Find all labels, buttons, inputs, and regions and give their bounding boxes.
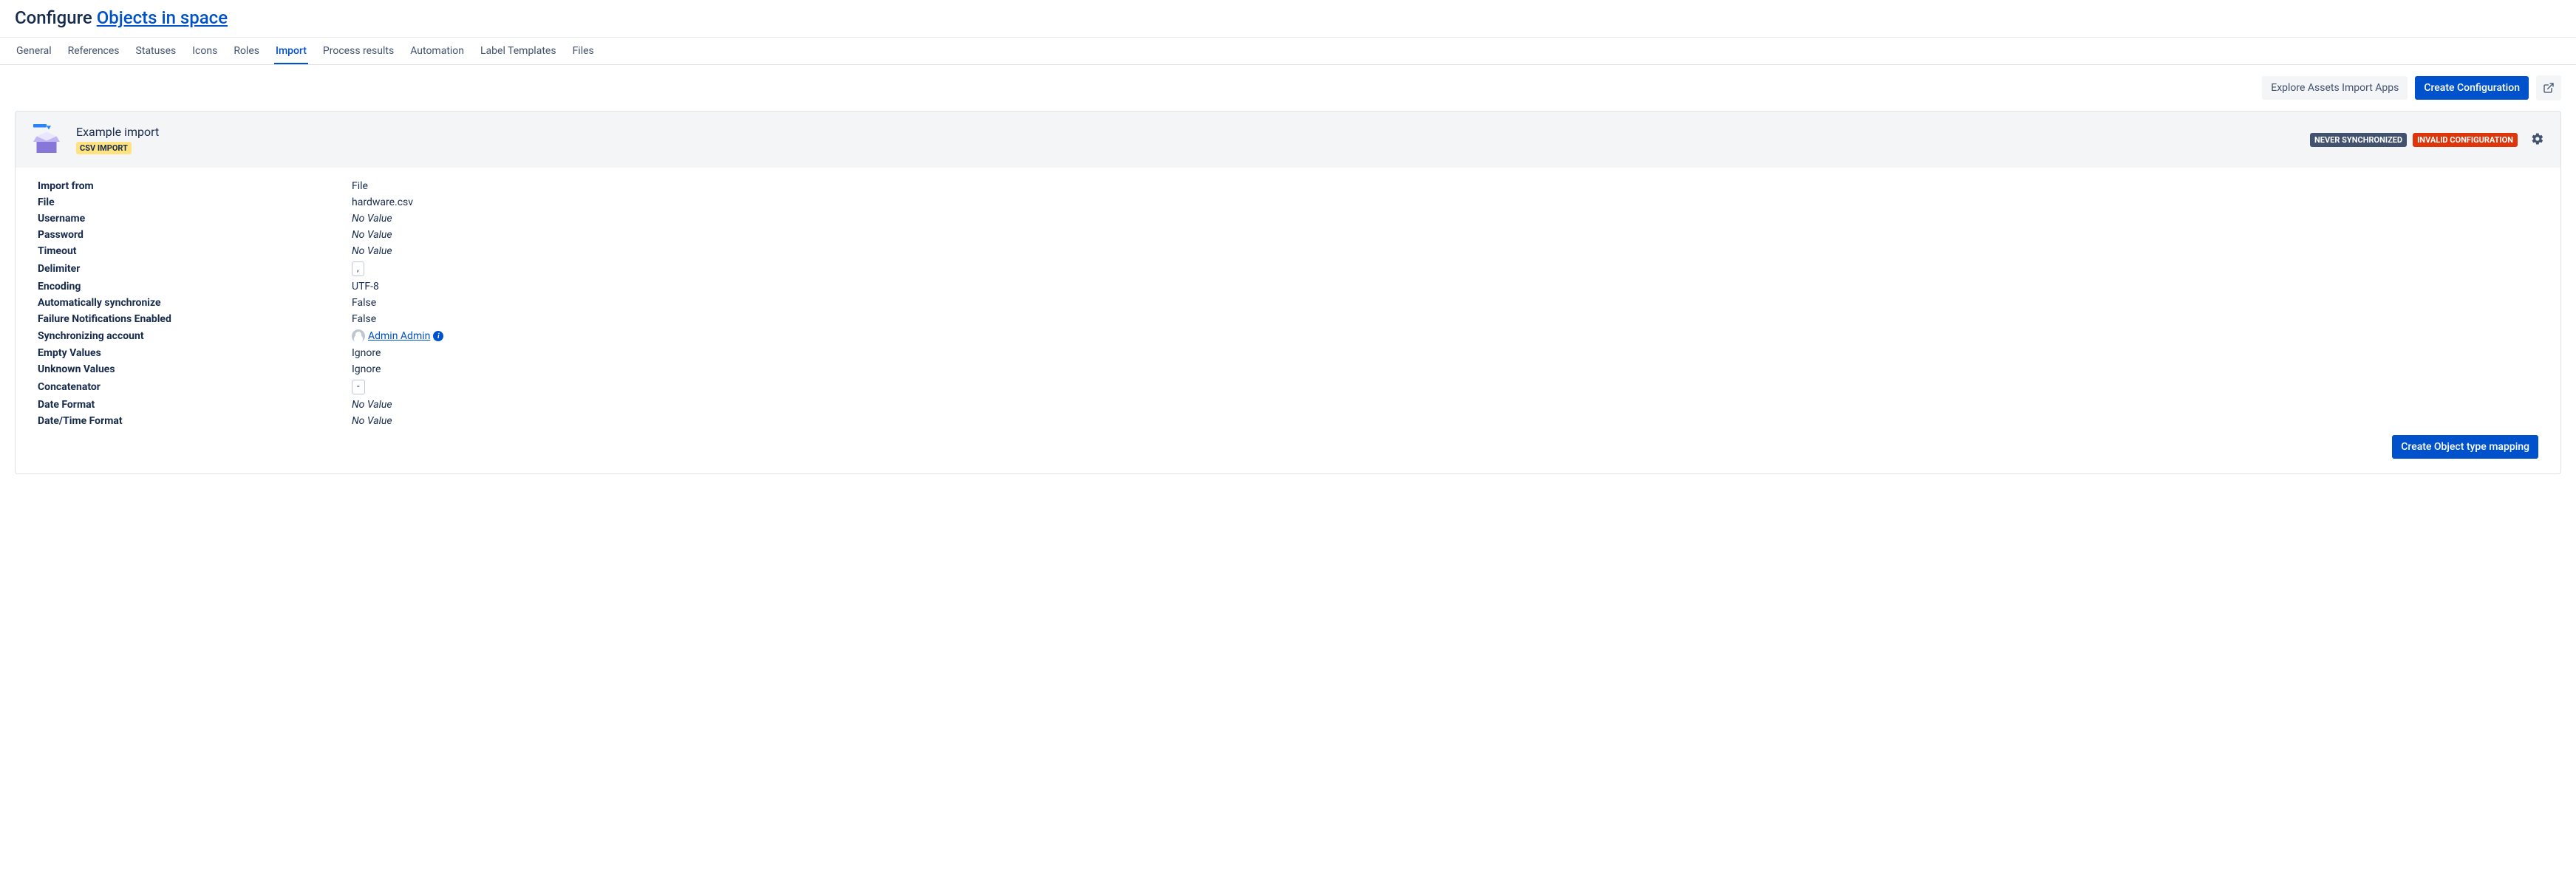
details-value: File xyxy=(352,178,703,194)
page-title: Configure Objects in space xyxy=(0,0,2576,37)
details-row: Concatenator- xyxy=(38,377,703,397)
tab-statuses[interactable]: Statuses xyxy=(134,38,178,64)
details-row: Automatically synchronizeFalse xyxy=(38,295,703,311)
tab-references[interactable]: References xyxy=(67,38,121,64)
import-details-table: Import fromFileFilehardware.csvUsernameN… xyxy=(38,178,703,429)
details-row: TimeoutNo Value xyxy=(38,243,703,259)
details-row: Import fromFile xyxy=(38,178,703,194)
details-label: Import from xyxy=(38,178,352,194)
details-row: Filehardware.csv xyxy=(38,194,703,211)
details-value: No Value xyxy=(352,227,703,243)
tab-process-results[interactable]: Process results xyxy=(321,38,395,64)
details-value: No Value xyxy=(352,211,703,227)
details-row: EncodingUTF-8 xyxy=(38,278,703,295)
details-label: Concatenator xyxy=(38,377,352,397)
details-value: hardware.csv xyxy=(352,194,703,211)
details-value: No Value xyxy=(352,243,703,259)
details-row: Empty ValuesIgnore xyxy=(38,345,703,361)
details-value: , xyxy=(352,259,703,278)
page-title-link[interactable]: Objects in space xyxy=(97,7,228,28)
details-value: Admin Admini xyxy=(352,327,703,345)
import-settings-button[interactable] xyxy=(2528,129,2547,151)
tabs-bar: General References Statuses Icons Roles Impor… xyxy=(0,37,2576,65)
explore-import-apps-button[interactable]: Explore Assets Import Apps xyxy=(2262,76,2408,100)
create-configuration-button[interactable]: Create Configuration xyxy=(2415,76,2529,100)
import-title: Example import xyxy=(76,125,2310,139)
details-value: - xyxy=(352,377,703,397)
import-panel-body: Import fromFileFilehardware.csvUsernameN… xyxy=(16,168,2560,473)
details-value: No Value xyxy=(352,397,703,413)
details-label: Empty Values xyxy=(38,345,352,361)
details-label: Failure Notifications Enabled xyxy=(38,311,352,327)
tab-icons[interactable]: Icons xyxy=(191,38,219,64)
details-row: Synchronizing accountAdmin Admini xyxy=(38,327,703,345)
details-value: No Value xyxy=(352,413,703,429)
details-value: Ignore xyxy=(352,345,703,361)
details-label: Unknown Values xyxy=(38,361,352,377)
kbd-value: - xyxy=(352,380,365,394)
external-link-button[interactable] xyxy=(2536,75,2561,100)
info-icon[interactable]: i xyxy=(433,331,443,341)
details-label: Password xyxy=(38,227,352,243)
details-label: Delimiter xyxy=(38,259,352,278)
details-value: UTF-8 xyxy=(352,278,703,295)
details-label: File xyxy=(38,194,352,211)
user-link[interactable]: Admin Admin xyxy=(368,330,430,342)
details-row: PasswordNo Value xyxy=(38,227,703,243)
tab-general[interactable]: General xyxy=(15,38,53,64)
details-row: Date/Time FormatNo Value xyxy=(38,413,703,429)
avatar xyxy=(352,329,365,343)
tab-import[interactable]: Import xyxy=(274,38,308,64)
import-box-icon xyxy=(29,122,64,157)
details-row: UsernameNo Value xyxy=(38,211,703,227)
import-panel: Example import CSV IMPORT NEVER SYNCHRON… xyxy=(15,111,2561,474)
details-label: Automatically synchronize xyxy=(38,295,352,311)
details-value: False xyxy=(352,295,703,311)
details-label: Timeout xyxy=(38,243,352,259)
details-row: Unknown ValuesIgnore xyxy=(38,361,703,377)
details-row: Delimiter, xyxy=(38,259,703,278)
details-row: Failure Notifications EnabledFalse xyxy=(38,311,703,327)
details-value: False xyxy=(352,311,703,327)
details-label: Date Format xyxy=(38,397,352,413)
tab-files[interactable]: Files xyxy=(571,38,596,64)
external-link-icon xyxy=(2543,82,2555,94)
gear-icon xyxy=(2531,132,2544,146)
import-type-lozenge: CSV IMPORT xyxy=(76,142,132,154)
page-title-prefix: Configure xyxy=(15,7,92,28)
import-panel-header: Example import CSV IMPORT NEVER SYNCHRON… xyxy=(16,112,2560,168)
details-label: Date/Time Format xyxy=(38,413,352,429)
create-object-type-mapping-button[interactable]: Create Object type mapping xyxy=(2392,435,2538,459)
tab-label-templates[interactable]: Label Templates xyxy=(479,38,558,64)
config-status-lozenge: INVALID CONFIGURATION xyxy=(2413,133,2518,147)
toolbar: Explore Assets Import Apps Create Config… xyxy=(0,65,2576,111)
details-label: Username xyxy=(38,211,352,227)
details-label: Encoding xyxy=(38,278,352,295)
tab-automation[interactable]: Automation xyxy=(409,38,466,64)
sync-status-lozenge: NEVER SYNCHRONIZED xyxy=(2310,133,2407,147)
details-row: Date FormatNo Value xyxy=(38,397,703,413)
details-value: Ignore xyxy=(352,361,703,377)
details-label: Synchronizing account xyxy=(38,327,352,345)
kbd-value: , xyxy=(352,261,364,276)
tab-roles[interactable]: Roles xyxy=(232,38,261,64)
